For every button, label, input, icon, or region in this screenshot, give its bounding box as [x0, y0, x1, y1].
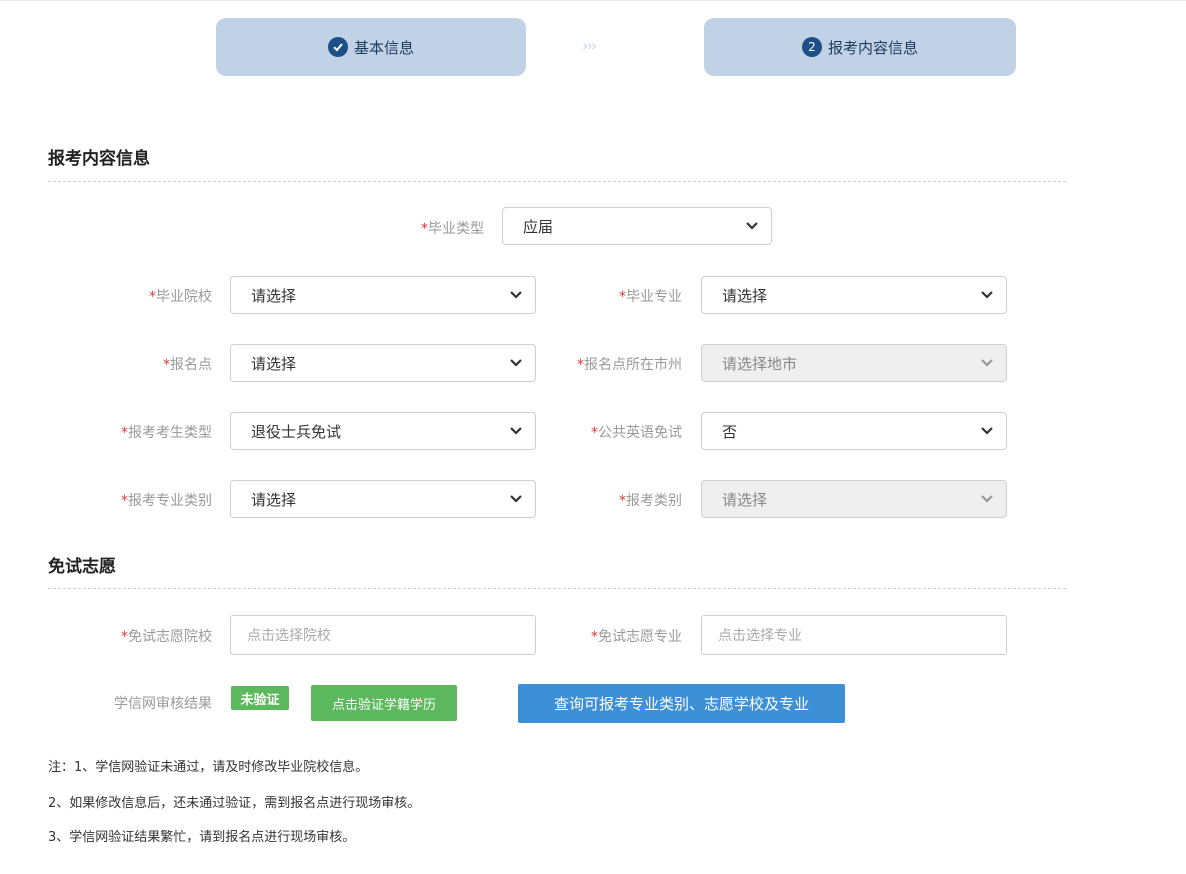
- input-placeholder: 点击选择专业: [718, 628, 802, 644]
- select-value: 请选择地市: [722, 354, 798, 373]
- chevron-down-icon: [981, 427, 993, 435]
- step-exam-content[interactable]: 2 报考内容信息: [704, 18, 1016, 76]
- select-value: 请选择: [251, 354, 297, 373]
- school-select[interactable]: 请选择: [230, 276, 536, 314]
- label-exam-site: *报名点: [163, 357, 212, 373]
- major-select[interactable]: 请选择: [701, 276, 1007, 314]
- label-exam-site-city: *报名点所在市州: [577, 357, 682, 373]
- label-school: *毕业院校: [149, 289, 212, 305]
- chevron-down-icon: [981, 291, 993, 299]
- exam-site-city-select[interactable]: 请选择地市: [701, 344, 1007, 382]
- select-value: 请选择: [722, 286, 768, 305]
- select-value: 退役士兵免试: [251, 422, 342, 441]
- select-value: 应届: [523, 217, 554, 236]
- step-number: 2: [801, 37, 822, 57]
- query-eligible-majors-button[interactable]: 查询可报考专业类别、志愿学校及专业: [518, 684, 845, 723]
- exempt-school-input[interactable]: 点击选择院校: [230, 615, 536, 655]
- label-exempt-school: *免试志愿院校: [121, 629, 212, 645]
- chevron-down-icon: [981, 495, 993, 503]
- label-graduation-type: *毕业类型: [421, 221, 484, 237]
- check-circle-icon: [327, 37, 348, 57]
- chevron-down-icon: [510, 291, 522, 299]
- step-basic-info[interactable]: 基本信息: [216, 18, 526, 76]
- select-value: 否: [722, 422, 738, 441]
- label-exempt-major: *免试志愿专业: [591, 629, 682, 645]
- label-major-category: *报考专业类别: [121, 493, 212, 509]
- english-exempt-select[interactable]: 否: [701, 412, 1007, 450]
- exam-site-select[interactable]: 请选择: [230, 344, 536, 382]
- step-arrows-icon: ›››: [582, 36, 597, 55]
- exempt-major-input[interactable]: 点击选择专业: [701, 615, 1007, 655]
- chevron-down-icon: [510, 359, 522, 367]
- graduation-type-select[interactable]: 应届: [502, 207, 772, 245]
- label-apply-category: *报考类别: [619, 493, 682, 509]
- section-title-content: 报考内容信息: [48, 149, 150, 169]
- select-value: 请选择: [722, 490, 768, 509]
- chevron-down-icon: [981, 359, 993, 367]
- chevron-down-icon: [510, 495, 522, 503]
- candidate-type-select[interactable]: 退役士兵免试: [230, 412, 536, 450]
- apply-category-select[interactable]: 请选择: [701, 480, 1007, 518]
- chevron-down-icon: [746, 222, 758, 230]
- label-major: *毕业专业: [619, 289, 682, 305]
- step-label: 报考内容信息: [827, 38, 918, 57]
- major-category-select[interactable]: 请选择: [230, 480, 536, 518]
- select-value: 请选择: [251, 490, 297, 509]
- chsi-status-badge: 未验证: [231, 686, 289, 710]
- note-line: 2、如果修改信息后，还未通过验证，需到报名点进行现场审核。: [48, 796, 421, 811]
- input-placeholder: 点击选择院校: [247, 628, 331, 644]
- section-title-exempt: 免试志愿: [48, 557, 116, 577]
- label-chsi-result: 学信网审核结果: [114, 696, 212, 712]
- step-label: 基本信息: [353, 38, 414, 57]
- section-divider: [48, 181, 1066, 182]
- note-line: 3、学信网验证结果繁忙，请到报名点进行现场审核。: [48, 830, 356, 845]
- verify-education-button[interactable]: 点击验证学籍学历: [311, 685, 457, 721]
- label-candidate-type: *报考考生类型: [121, 425, 212, 441]
- section-divider: [48, 588, 1066, 589]
- label-english-exempt: *公共英语免试: [591, 425, 682, 441]
- chevron-down-icon: [510, 427, 522, 435]
- top-border: [0, 0, 1186, 1]
- select-value: 请选择: [251, 286, 297, 305]
- note-line: 注：1、学信网验证未通过，请及时修改毕业院校信息。: [48, 760, 369, 775]
